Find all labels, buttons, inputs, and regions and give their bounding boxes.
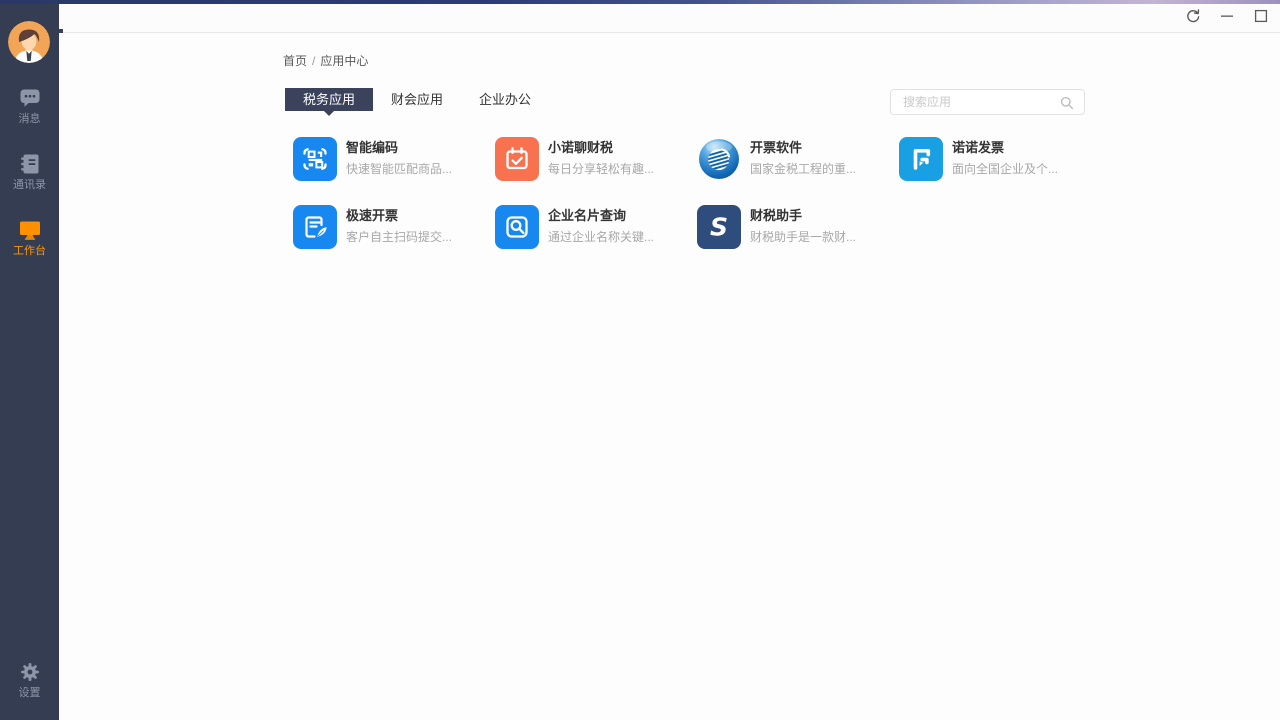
breadcrumb-separator: / <box>312 54 315 68</box>
category-tabs: 税务应用财会应用企业办公 <box>285 88 549 111</box>
breadcrumb: 首页 / 应用中心 <box>283 52 368 69</box>
app-title: 智能编码 <box>346 140 452 155</box>
tab-office-apps[interactable]: 企业办公 <box>461 88 549 111</box>
app-title: 诺诺发票 <box>952 140 1058 155</box>
contacts-book-icon <box>18 152 42 176</box>
breadcrumb-current: 应用中心 <box>320 54 368 68</box>
invoice-f-icon <box>899 137 943 181</box>
app-grid: 智能编码快速智能匹配商品... 小诺聊财税每日分享轻松有趣... 开票软件国家金税工… <box>293 137 1085 249</box>
minimize-button[interactable] <box>1214 7 1240 29</box>
card-search-icon <box>495 205 539 249</box>
app-title: 极速开票 <box>346 208 452 223</box>
app-card-text: 极速开票客户自主扫码提交... <box>346 205 452 249</box>
app-card-xiaonuo-tax-chat[interactable]: 小诺聊财税每日分享轻松有趣... <box>495 137 697 181</box>
calendar-check-icon <box>495 137 539 181</box>
app-title: 企业名片查询 <box>548 208 654 223</box>
app-card-tax-assistant[interactable]: S 财税助手财税助手是一款财... <box>697 205 899 249</box>
sidebar-item-settings[interactable]: 设置 <box>0 660 59 699</box>
app-card-text: 智能编码快速智能匹配商品... <box>346 137 452 181</box>
sidebar-item-label: 消息 <box>19 113 41 125</box>
maximize-icon <box>1252 7 1270 30</box>
app-title: 小诺聊财税 <box>548 140 654 155</box>
app-card-text: 财税助手财税助手是一款财... <box>750 205 856 249</box>
app-card-text: 诺诺发票面向全国企业及个... <box>952 137 1058 181</box>
chat-bubble-icon <box>18 86 42 110</box>
app-card-text: 开票软件国家金税工程的重... <box>750 137 856 181</box>
app-card-text: 小诺聊财税每日分享轻松有趣... <box>548 137 654 181</box>
refresh-icon <box>1184 7 1202 30</box>
sidebar-item-label: 工作台 <box>13 245 46 257</box>
app-center-page: 首页 / 应用中心 税务应用财会应用企业办公 智能编码快速智能匹配商品... 小诺聊财… <box>59 33 1280 720</box>
s-badge-icon: S <box>697 205 741 249</box>
doc-pen-icon <box>293 205 337 249</box>
sidebar-item-workbench[interactable]: 工作台 <box>0 218 59 257</box>
app-description: 快速智能匹配商品... <box>346 160 452 177</box>
minimize-icon <box>1218 7 1236 30</box>
app-window: 消息通讯录工作台 设置 首页 / 应用中心 税务应用财会应用企业办公 <box>0 0 1280 720</box>
search-input[interactable] <box>891 90 1053 114</box>
app-description: 面向全国企业及个... <box>952 160 1058 177</box>
search-box <box>890 89 1085 115</box>
maximize-button[interactable] <box>1248 7 1274 29</box>
app-card-text: 企业名片查询通过企业名称关键... <box>548 205 654 249</box>
app-card-company-card-search[interactable]: 企业名片查询通过企业名称关键... <box>495 205 697 249</box>
app-description: 通过企业名称关键... <box>548 228 654 245</box>
breadcrumb-home[interactable]: 首页 <box>283 54 307 68</box>
gear-icon <box>18 660 42 684</box>
app-description: 客户自主扫码提交... <box>346 228 452 245</box>
user-avatar-icon <box>8 50 50 63</box>
app-title: 财税助手 <box>750 208 856 223</box>
sidebar-item-label: 通讯录 <box>13 179 46 191</box>
app-card-nuonuo-invoice[interactable]: 诺诺发票面向全国企业及个... <box>899 137 1101 181</box>
sidebar: 消息通讯录工作台 设置 <box>0 4 59 720</box>
avatar[interactable] <box>8 21 50 63</box>
app-card-speed-invoicing[interactable]: 极速开票客户自主扫码提交... <box>293 205 495 249</box>
sidebar-item-messages[interactable]: 消息 <box>0 86 59 125</box>
app-description: 财税助手是一款财... <box>750 228 856 245</box>
app-title: 开票软件 <box>750 140 856 155</box>
tab-finance-apps[interactable]: 财会应用 <box>373 88 461 111</box>
sidebar-item-contacts[interactable]: 通讯录 <box>0 152 59 191</box>
svg-text:S: S <box>710 213 728 242</box>
monitor-icon <box>18 218 42 242</box>
titlebar <box>59 4 1280 33</box>
aisino-globe-icon <box>697 137 741 181</box>
refresh-button[interactable] <box>1180 7 1206 29</box>
app-card-smart-coding[interactable]: 智能编码快速智能匹配商品... <box>293 137 495 181</box>
app-card-invoicing-software[interactable]: 开票软件国家金税工程的重... <box>697 137 899 181</box>
search-icon <box>1060 96 1074 110</box>
tab-tax-apps[interactable]: 税务应用 <box>285 88 373 111</box>
sidebar-item-label: 设置 <box>19 687 41 699</box>
qr-scan-icon <box>293 137 337 181</box>
app-description: 每日分享轻松有趣... <box>548 160 654 177</box>
app-description: 国家金税工程的重... <box>750 160 856 177</box>
